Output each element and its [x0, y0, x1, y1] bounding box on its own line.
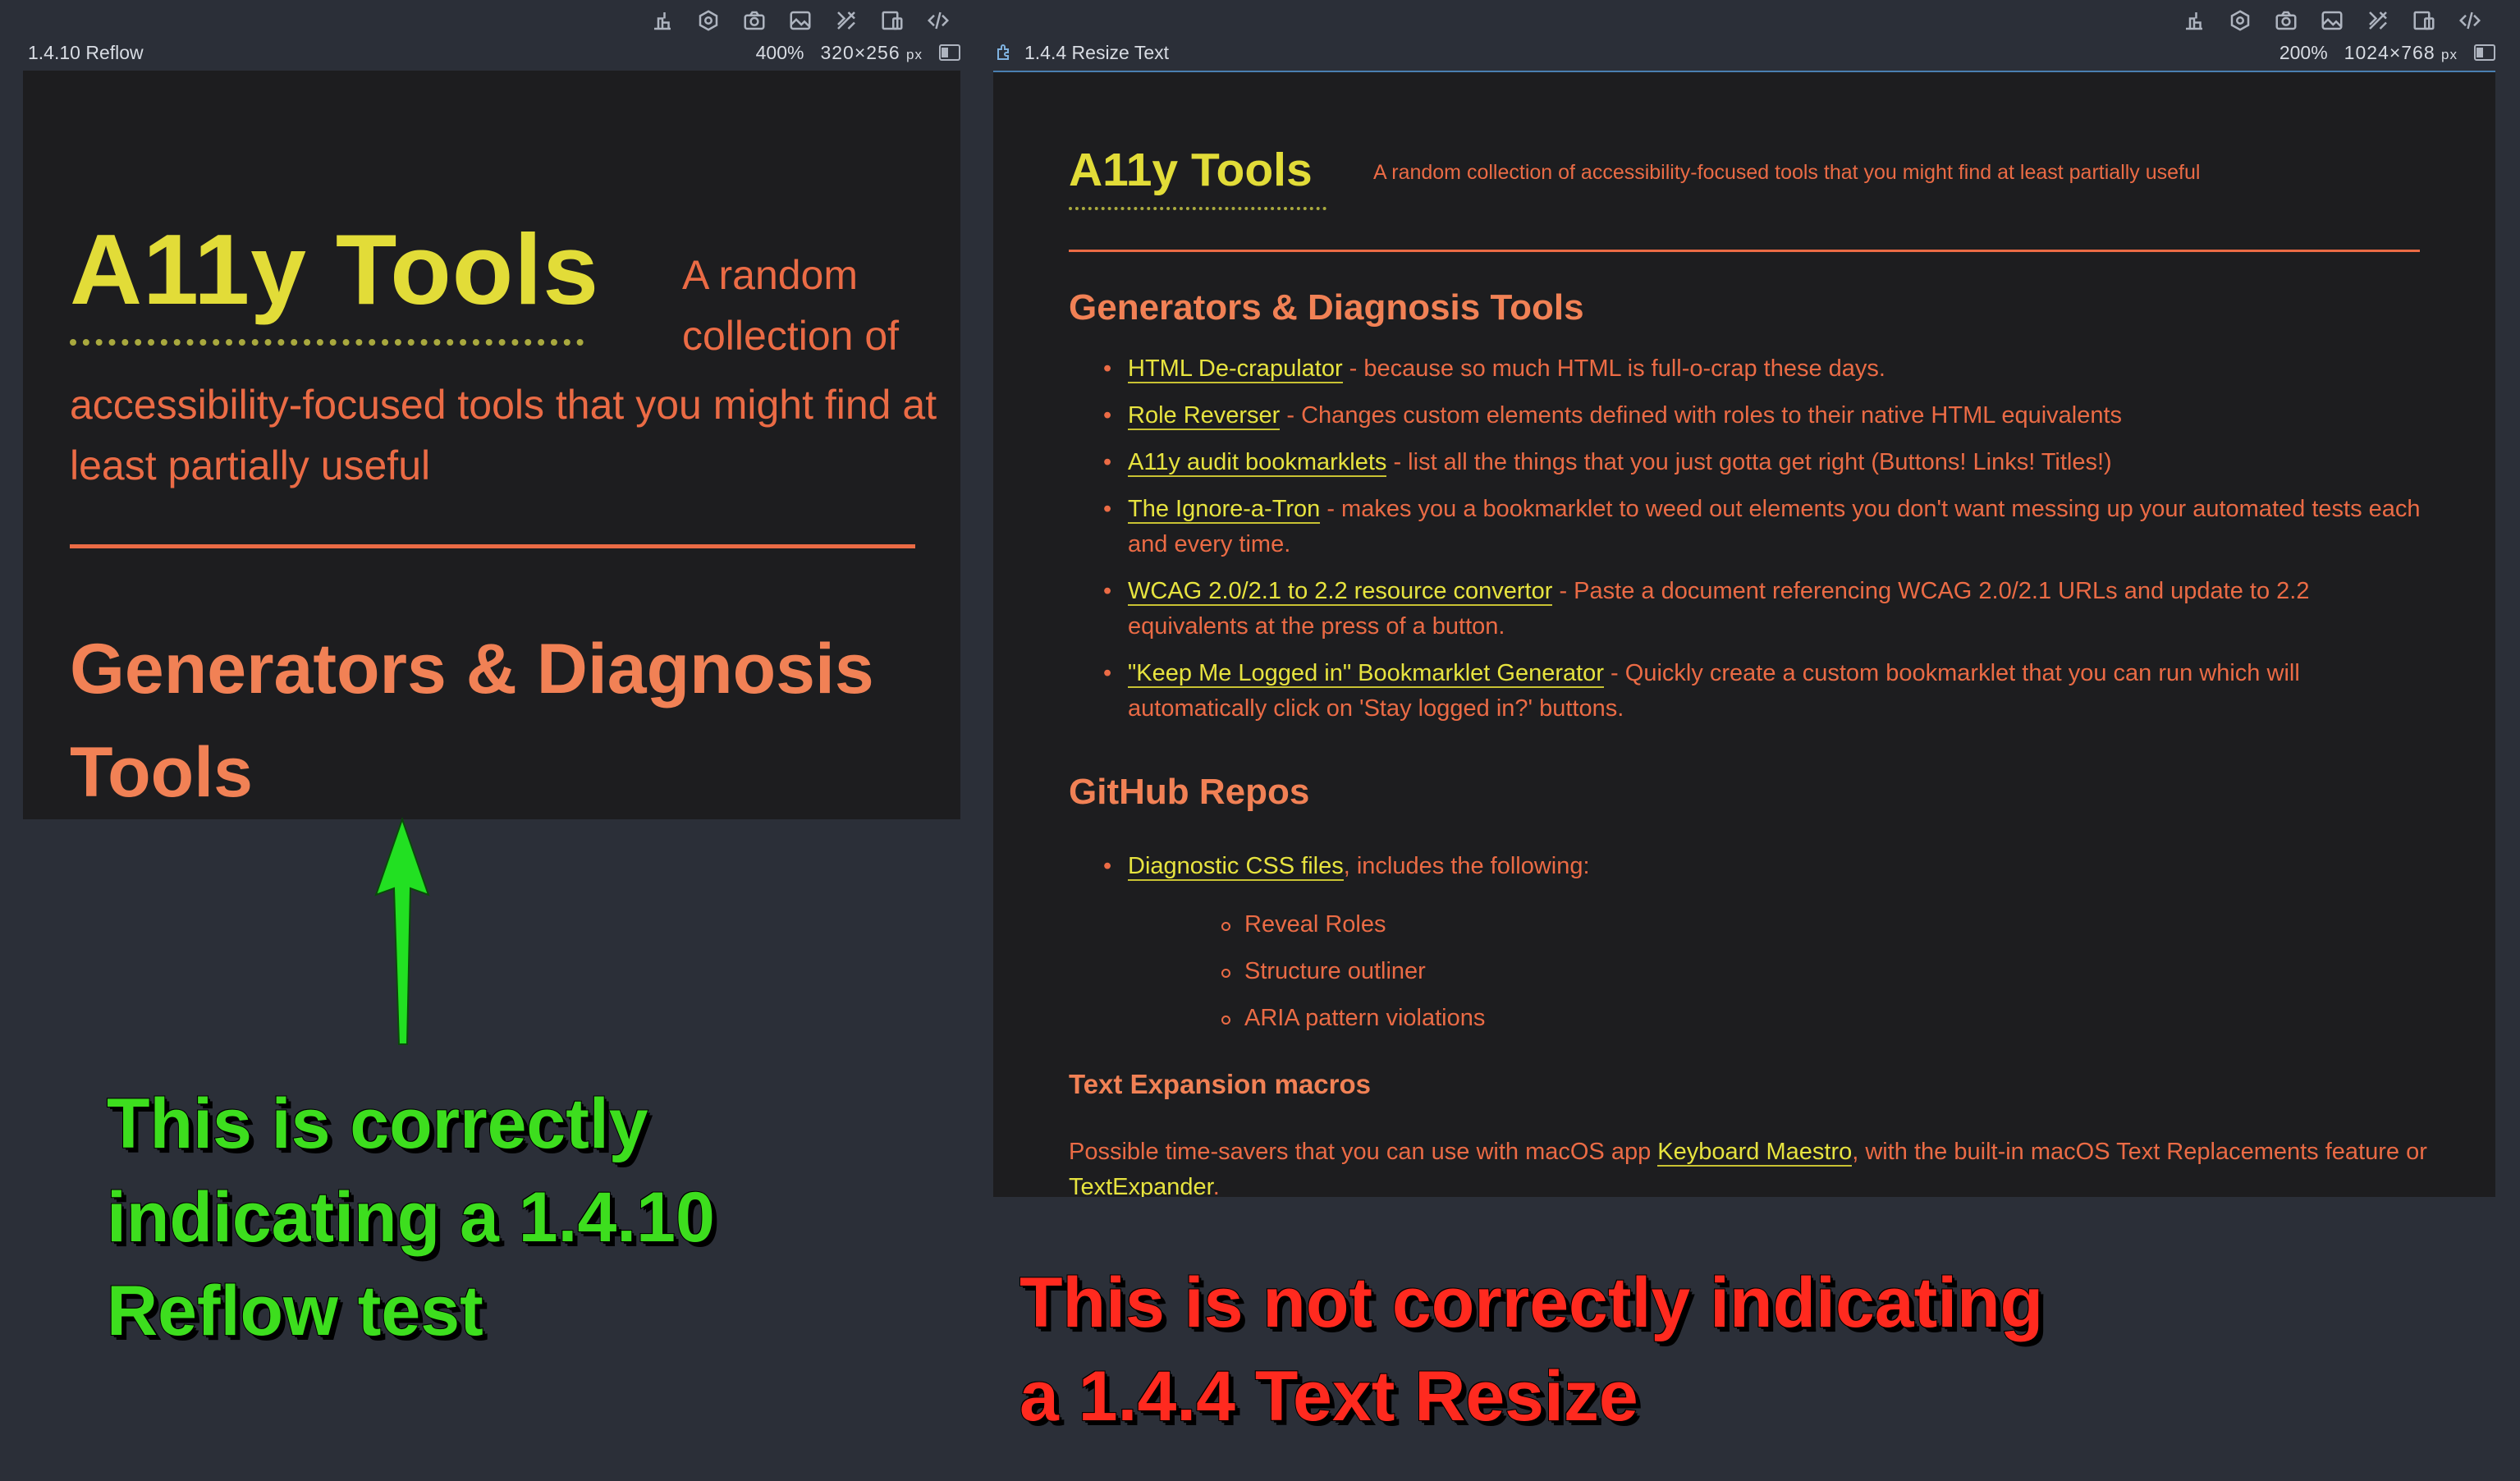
right-panel-header: 1.4.4 Resize Text 200% 1024×768 px	[995, 36, 2495, 69]
sub-list: Reveal Roles Structure outliner ARIA pat…	[1128, 907, 1590, 1036]
para-text: Possible time-savers that you can use wi…	[1069, 1139, 1658, 1165]
panel-toggle-icon[interactable]	[939, 44, 960, 62]
tools-icon[interactable]	[832, 7, 860, 34]
viewport-size: 1024×768	[2344, 41, 2435, 63]
section-heading-text-expansion: Text Expansion macros	[1069, 1069, 1372, 1099]
para-text: , with the built-in macOS Text Replaceme…	[1852, 1139, 2427, 1165]
tools-icon[interactable]	[2364, 7, 2392, 34]
tagline-part-1: A random collection of	[682, 252, 900, 359]
list-item: The Ignore-a-Tron - makes you a bookmark…	[1069, 492, 2431, 562]
list-item: "Keep Me Logged in" Bookmarklet Generato…	[1069, 656, 2431, 727]
divider	[70, 544, 915, 548]
repo-description: , includes the following:	[1343, 853, 1590, 879]
tools-list: HTML De-crapulator - because so much HTM…	[1069, 351, 2431, 738]
code-icon[interactable]	[2456, 7, 2484, 34]
camera-icon[interactable]	[2272, 7, 2300, 34]
tool-link[interactable]: HTML De-crapulator	[1128, 355, 1343, 383]
viewport-size: 320×256	[820, 41, 900, 63]
divider	[1069, 250, 2420, 252]
right-toolbar	[2180, 3, 2484, 38]
sub-list-item: ARIA pattern violations	[1185, 1001, 1590, 1036]
layout-icon[interactable]	[648, 7, 676, 34]
tool-description: - list all the things that you just gott…	[1386, 449, 2112, 475]
section-heading-github: GitHub Repos	[1069, 772, 1310, 812]
left-panel-header: 1.4.10 Reflow 400% 320×256 px	[28, 36, 960, 69]
puzzle-icon	[997, 44, 1009, 60]
tool-link[interactable]: The Ignore-a-Tron	[1128, 496, 1321, 524]
sub-list-item: Structure outliner	[1185, 954, 1590, 989]
tool-link[interactable]: WCAG 2.0/2.1 to 2.2 resource convertor	[1128, 578, 1553, 606]
reflow-preview-frame[interactable]: A11y Tools A random collection of access…	[23, 71, 960, 819]
list-item: HTML De-crapulator - because so much HTM…	[1069, 351, 2431, 387]
tool-link[interactable]: "Keep Me Logged in" Bookmarklet Generato…	[1128, 660, 1604, 688]
viewport-dims[interactable]: 320×256 px	[820, 42, 923, 64]
list-item: Diagnostic CSS files, includes the follo…	[1069, 849, 1590, 1036]
image-icon[interactable]	[2318, 7, 2346, 34]
title-underline	[1069, 207, 1326, 210]
para-text: .	[1212, 1174, 1220, 1197]
tool-description: - because so much HTML is full-o-crap th…	[1342, 355, 1885, 382]
title-underline	[70, 339, 584, 346]
layout-icon[interactable]	[2180, 7, 2208, 34]
devices-icon[interactable]	[2410, 7, 2438, 34]
repo-link[interactable]: Diagnostic CSS files	[1128, 853, 1344, 881]
settings-icon[interactable]	[2226, 7, 2254, 34]
repos-list: Diagnostic CSS files, includes the follo…	[1069, 849, 1590, 1048]
list-item: Role Reverser - Changes custom elements …	[1069, 398, 2431, 433]
up-arrow-icon	[374, 816, 430, 1045]
zoom-level[interactable]: 200%	[2279, 42, 2328, 64]
tagline: A random collection of accessibility-foc…	[1373, 161, 2201, 184]
resize-text-preview-frame[interactable]: A11y Tools A random collection of access…	[993, 71, 2495, 1197]
incorrect-annotation: This is not correctly indicating a 1.4.4…	[1019, 1263, 2044, 1437]
panel-toggle-icon[interactable]	[2474, 44, 2495, 62]
viewport-unit: px	[2441, 46, 2458, 62]
left-toolbar	[648, 3, 952, 38]
list-item: WCAG 2.0/2.1 to 2.2 resource convertor -…	[1069, 574, 2431, 644]
site-title: A11y Tools	[70, 213, 600, 325]
sub-list-item: Reveal Roles	[1185, 907, 1590, 942]
viewport-unit: px	[906, 46, 923, 62]
section-heading-generators: Generators & Diagnosis Tools	[1069, 287, 1584, 328]
panel-title: 1.4.4 Resize Text	[1024, 41, 1170, 63]
tool-description: - makes you a bookmarklet to weed out el…	[1128, 496, 2421, 557]
tool-link[interactable]: Role Reverser	[1128, 402, 1281, 430]
panel-title: 1.4.10 Reflow	[28, 41, 144, 63]
zoom-level[interactable]: 400%	[756, 42, 804, 64]
text-expansion-paragraph: Possible time-savers that you can use wi…	[1069, 1135, 2431, 1197]
tagline-part-2: accessibility-focused tools that you mig…	[70, 382, 937, 488]
code-icon[interactable]	[924, 7, 952, 34]
devices-icon[interactable]	[878, 7, 906, 34]
keyboard-maestro-link[interactable]: Keyboard Maestro	[1657, 1139, 1853, 1167]
viewport-dims[interactable]: 1024×768 px	[2344, 42, 2458, 64]
tool-link[interactable]: A11y audit bookmarklets	[1128, 449, 1387, 477]
camera-icon[interactable]	[740, 7, 768, 34]
settings-icon[interactable]	[694, 7, 722, 34]
textexpander-link[interactable]: TextExpander	[1069, 1174, 1213, 1197]
correct-annotation: This is correctly indicating a 1.4.10 Re…	[106, 1084, 716, 1351]
section-heading-generators: Generators & Diagnosis Tools	[70, 630, 874, 812]
tool-description: - Changes custom elements defined with r…	[1280, 402, 2123, 429]
site-title: A11y Tools	[1069, 144, 1313, 196]
list-item: A11y audit bookmarklets - list all the t…	[1069, 445, 2431, 480]
image-icon[interactable]	[786, 7, 814, 34]
